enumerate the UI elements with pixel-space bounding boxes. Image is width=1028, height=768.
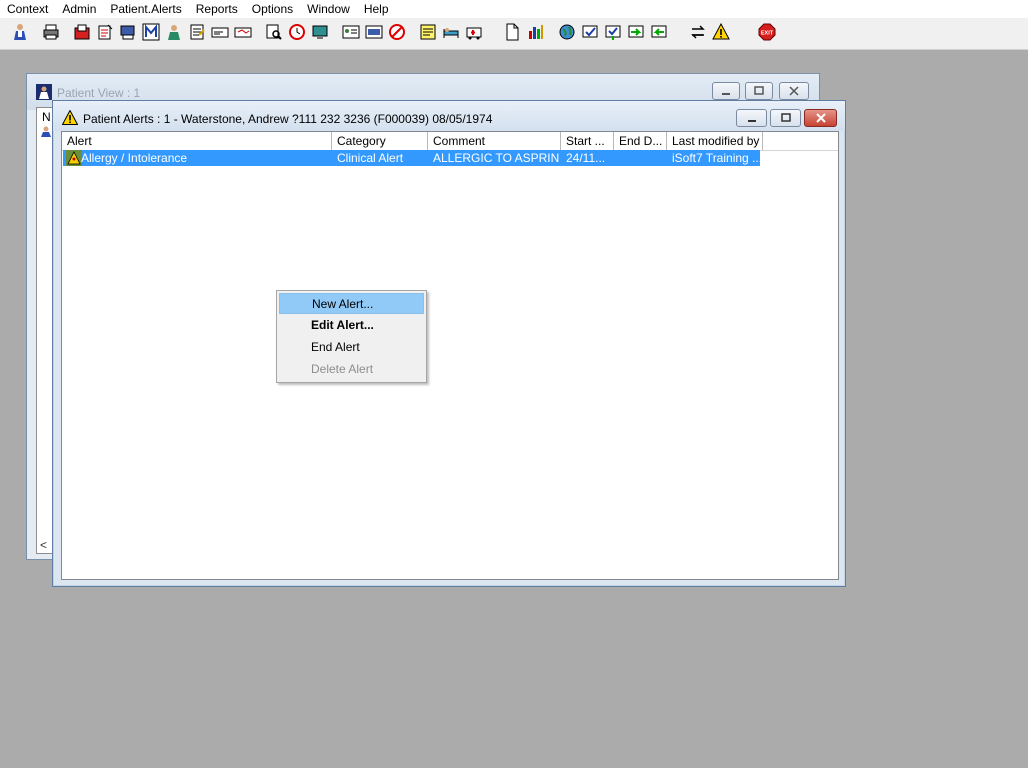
patient-view-row-icon xyxy=(40,125,52,140)
patient-view-icon xyxy=(36,84,52,103)
table-row[interactable]: Allergy / Intolerance Clinical Alert ALL… xyxy=(63,150,760,166)
close-icon xyxy=(815,113,826,123)
screen-print-icon[interactable] xyxy=(117,21,139,43)
cell-end xyxy=(614,150,667,166)
menu-bar: Context Admin Patient.Alerts Reports Opt… xyxy=(0,0,1028,18)
menu-reports[interactable]: Reports xyxy=(189,0,245,18)
column-header-end[interactable]: End D... xyxy=(614,132,667,150)
menu-patient-alerts[interactable]: Patient.Alerts xyxy=(103,0,188,18)
patient-alerts-title: Patient Alerts : 1 - Waterstone, Andrew … xyxy=(83,112,493,126)
patient-alerts-titlebar[interactable]: Patient Alerts : 1 - Waterstone, Andrew … xyxy=(53,101,845,131)
patient-alerts-window[interactable]: Patient Alerts : 1 - Waterstone, Andrew … xyxy=(52,100,846,587)
alerts-list[interactable]: Alert Category Comment Start ... End D..… xyxy=(61,131,839,580)
close-button[interactable] xyxy=(804,109,837,127)
menu-context[interactable]: Context xyxy=(0,0,55,18)
chart-card-icon[interactable] xyxy=(363,21,385,43)
magnify-doc-icon[interactable] xyxy=(263,21,285,43)
menu-window[interactable]: Window xyxy=(300,0,357,18)
green-arrow-icon[interactable] xyxy=(625,21,647,43)
exit-icon[interactable]: EXIT xyxy=(756,21,778,43)
alerts-list-header: Alert Category Comment Start ... End D..… xyxy=(62,132,838,151)
pv-maximize-button[interactable] xyxy=(745,82,773,100)
minimize-button[interactable] xyxy=(736,109,767,127)
globe-icon[interactable] xyxy=(556,21,578,43)
monitor-icon[interactable] xyxy=(309,21,331,43)
pv-close-button[interactable] xyxy=(779,82,809,100)
no-entry-icon[interactable] xyxy=(386,21,408,43)
blank-doc-icon[interactable] xyxy=(501,21,523,43)
patient-view-scroll-left-button[interactable]: < xyxy=(40,538,47,552)
cell-alert: Allergy / Intolerance xyxy=(81,151,188,165)
menu-help[interactable]: Help xyxy=(357,0,396,18)
m-icon[interactable] xyxy=(140,21,162,43)
cell-comment: ALLERGIC TO ASPRIN xyxy=(433,151,560,165)
check-doc-icon[interactable] xyxy=(579,21,601,43)
card2-icon[interactable] xyxy=(232,21,254,43)
column-header-category[interactable]: Category xyxy=(332,132,428,150)
column-header-alert[interactable]: Alert xyxy=(62,132,332,150)
end-alert-menu-item[interactable]: End Alert xyxy=(279,337,424,358)
edit-alert-menu-item[interactable]: Edit Alert... xyxy=(279,315,424,336)
clock-icon[interactable] xyxy=(286,21,308,43)
patient-icon[interactable] xyxy=(9,21,31,43)
cell-start: 24/11... xyxy=(566,151,606,165)
column-header-last-modified[interactable]: Last modified by xyxy=(667,132,763,150)
doctor-icon[interactable] xyxy=(163,21,185,43)
swap-arrows-icon[interactable] xyxy=(687,21,709,43)
new-alert-menu-item[interactable]: New Alert... xyxy=(279,293,424,314)
bar-chart-icon[interactable] xyxy=(525,21,547,43)
printer-icon[interactable] xyxy=(40,21,62,43)
column-header-start[interactable]: Start ... xyxy=(561,132,614,150)
menu-options[interactable]: Options xyxy=(245,0,300,18)
notepad-icon[interactable] xyxy=(94,21,116,43)
column-header-comment[interactable]: Comment xyxy=(428,132,561,150)
maximize-button[interactable] xyxy=(770,109,801,127)
patient-view-title: Patient View : 1 xyxy=(57,86,141,100)
check-arrow-icon[interactable] xyxy=(602,21,624,43)
ambulance-icon[interactable] xyxy=(463,21,485,43)
id-card-icon[interactable] xyxy=(340,21,362,43)
pv-minimize-button[interactable] xyxy=(712,82,740,100)
alerts-warning-icon xyxy=(61,109,79,128)
toolbar: EXIT xyxy=(0,18,1028,50)
menu-admin[interactable]: Admin xyxy=(55,0,103,18)
form-icon[interactable] xyxy=(186,21,208,43)
cell-last-modified: iSoft7 Training ... xyxy=(672,151,760,165)
green-arrow2-icon[interactable] xyxy=(648,21,670,43)
notes-icon[interactable] xyxy=(417,21,439,43)
cell-category: Clinical Alert xyxy=(337,151,404,165)
warning-icon[interactable] xyxy=(710,21,732,43)
patient-view-column-fragment: N xyxy=(42,110,51,124)
exit-label: EXIT xyxy=(761,31,774,37)
card-icon[interactable] xyxy=(209,21,231,43)
folder-red-icon[interactable] xyxy=(71,21,93,43)
context-menu: New Alert... Edit Alert... End Alert Del… xyxy=(276,290,427,383)
bed-icon[interactable] xyxy=(440,21,462,43)
delete-alert-menu-item: Delete Alert xyxy=(311,362,374,376)
